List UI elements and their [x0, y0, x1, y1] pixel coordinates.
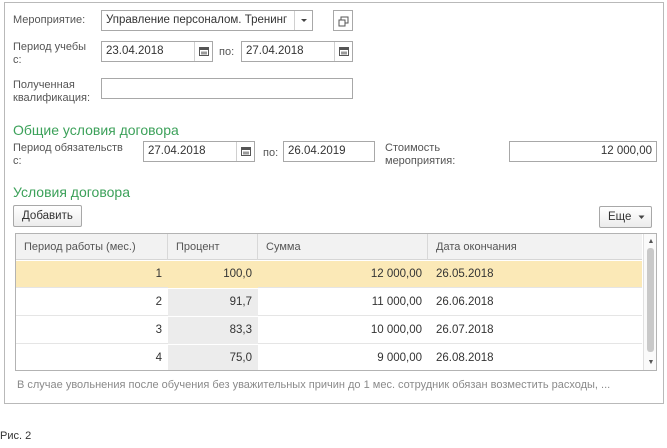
cell-end-date: 26.05.2018: [436, 268, 494, 280]
cell-sum: 9 000,00: [377, 352, 422, 364]
column-header-percent[interactable]: Процент: [168, 234, 258, 260]
cell-percent: 91,7: [168, 289, 258, 316]
obligation-to-label: по:: [263, 147, 279, 159]
obligation-from-field[interactable]: 27.04.2018: [143, 141, 255, 162]
column-header-period[interactable]: Период работы (мес.): [16, 234, 168, 260]
table-row[interactable]: 2 91,7 11 000,00 26.06.2018: [16, 289, 642, 316]
cell-end-date: 26.06.2018: [436, 296, 494, 308]
study-from-field[interactable]: 23.04.2018: [101, 41, 213, 62]
conditions-section-title: Условия договора: [13, 184, 130, 200]
cell-sum: 10 000,00: [370, 324, 422, 336]
chevron-down-icon[interactable]: [294, 11, 312, 30]
add-button[interactable]: Добавить: [13, 205, 82, 227]
cell-percent: 83,3: [168, 317, 258, 344]
event-open-button[interactable]: [333, 10, 353, 31]
table-scrollbar[interactable]: ▲ ▼: [643, 234, 656, 370]
open-window-icon: [338, 15, 349, 30]
conditions-summary-text: В случае увольнения после обучения без у…: [17, 379, 611, 391]
obligation-period-label: Период обязательств с:: [13, 142, 123, 167]
cell-percent: 75,0: [168, 345, 258, 370]
table-header: Период работы (мес.) Процент Сумма Дата …: [16, 234, 642, 260]
qualification-label: Полученная квалификация:: [13, 79, 91, 104]
cell-period: 3: [155, 324, 162, 336]
cell-period: 1: [155, 268, 162, 280]
calendar-icon[interactable]: [334, 42, 352, 61]
table-row[interactable]: 1 100,0 12 000,00 26.05.2018: [16, 261, 642, 288]
conditions-table[interactable]: Период работы (мес.) Процент Сумма Дата …: [15, 233, 657, 371]
table-row[interactable]: 3 83,3 10 000,00 26.07.2018: [16, 317, 642, 344]
more-button[interactable]: Еще: [599, 206, 652, 228]
event-label: Мероприятие:: [13, 14, 86, 26]
scrollbar-thumb[interactable]: [647, 248, 654, 352]
cell-end-date: 26.07.2018: [436, 324, 494, 336]
scroll-up-icon[interactable]: ▲: [644, 235, 656, 247]
column-header-end-date[interactable]: Дата окончания: [428, 234, 642, 260]
figure-caption: Рис. 2: [0, 430, 32, 442]
chevron-down-icon: [638, 207, 645, 227]
obligation-to-field[interactable]: 26.04.2019: [283, 141, 375, 162]
study-period-label: Период учебы с:: [13, 41, 87, 66]
cell-sum: 12 000,00: [370, 268, 422, 280]
cell-period: 2: [155, 296, 162, 308]
calendar-icon[interactable]: [236, 142, 254, 161]
contract-form: Мероприятие: Управление персоналом. Трен…: [4, 2, 664, 404]
cell-percent: 100,0: [168, 261, 258, 288]
study-to-label: по:: [219, 46, 235, 58]
cell-period: 4: [155, 352, 162, 364]
event-value: Управление персоналом. Тренинг: [106, 14, 288, 26]
cell-sum: 11 000,00: [371, 296, 422, 308]
qualification-field[interactable]: [101, 78, 353, 99]
event-field[interactable]: Управление персоналом. Тренинг: [101, 10, 313, 31]
cost-label: Стоимость мероприятия:: [385, 142, 456, 167]
scroll-down-icon[interactable]: ▼: [644, 356, 656, 368]
column-header-sum[interactable]: Сумма: [258, 234, 428, 260]
calendar-icon[interactable]: [194, 42, 212, 61]
cost-field[interactable]: 12 000,00: [509, 141, 657, 162]
general-section-title: Общие условия договора: [13, 122, 179, 138]
cell-end-date: 26.08.2018: [436, 352, 494, 364]
table-row[interactable]: 4 75,0 9 000,00 26.08.2018: [16, 345, 642, 370]
study-to-field[interactable]: 27.04.2018: [241, 41, 353, 62]
